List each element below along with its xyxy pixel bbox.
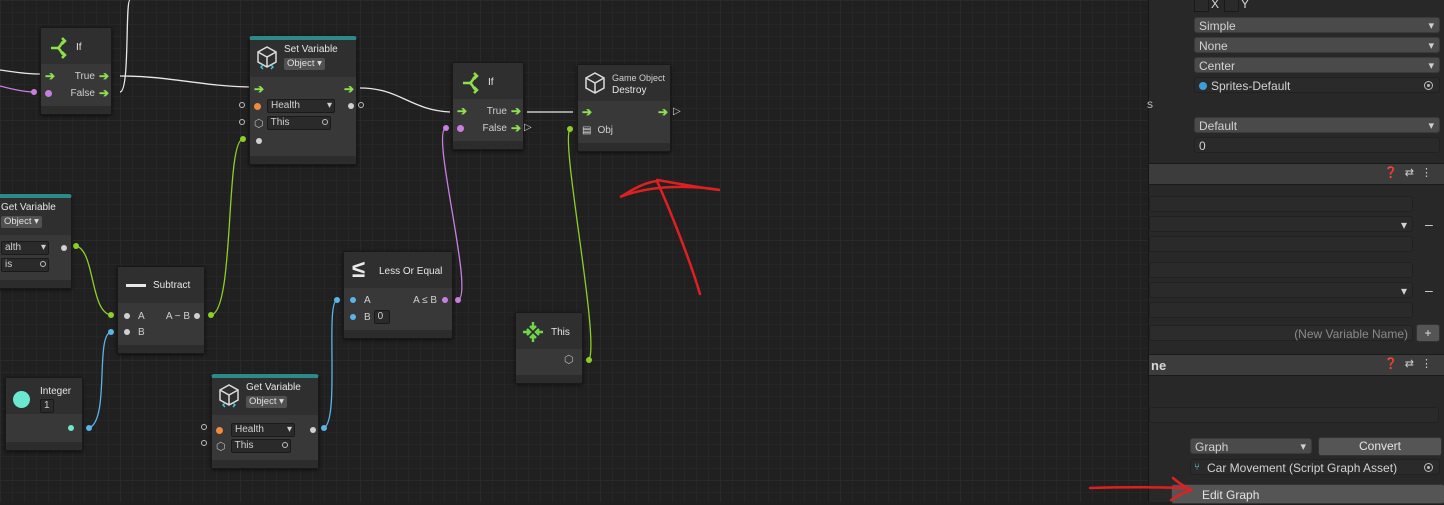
red-arrow-annotation	[619, 178, 721, 296]
variable-value-input-2[interactable]	[1149, 302, 1413, 318]
inspector-panel: X Y Simple None Center Sprites-Default s…	[1147, 0, 1444, 504]
material-field[interactable]: Sprites-Default	[1194, 77, 1440, 93]
object-picker-icon[interactable]	[1424, 463, 1433, 472]
cut-off-label: s	[1147, 97, 1153, 111]
red-pointer-annotation	[1088, 476, 1195, 502]
flip-y-label: Y	[1241, 0, 1250, 11]
order-in-layer-field[interactable]: 0	[1194, 137, 1440, 153]
object-picker-icon[interactable]	[1424, 81, 1433, 90]
flip-x-label: X	[1211, 0, 1220, 11]
component-title: ne	[1151, 358, 1167, 373]
edit-graph-button[interactable]: Edit Graph	[1171, 484, 1444, 504]
header-icons[interactable]: ❓⇄⋮	[1384, 166, 1439, 179]
header-icons[interactable]: ❓⇄⋮	[1384, 357, 1439, 370]
draw-mode-dropdown[interactable]: Simple	[1194, 17, 1440, 34]
variables-component-header[interactable]: ❓⇄⋮	[1149, 163, 1444, 185]
variable-type-dropdown-1[interactable]: ▾	[1149, 216, 1413, 232]
remove-variable-2-button[interactable]: –	[1425, 282, 1433, 298]
sorting-layer-dropdown[interactable]: Default	[1194, 117, 1440, 134]
variable-name-input-2[interactable]	[1149, 262, 1413, 278]
variable-type-dropdown-2[interactable]: ▾	[1149, 282, 1413, 298]
variable-value-input-1[interactable]	[1149, 236, 1413, 252]
flip-y-checkbox[interactable]	[1224, 0, 1239, 12]
script-machine-header[interactable]: ne ❓⇄⋮	[1149, 354, 1444, 376]
convert-button[interactable]: Convert	[1318, 437, 1442, 456]
new-variable-name-input[interactable]: (New Variable Name)	[1149, 325, 1413, 341]
title-input[interactable]	[1149, 407, 1439, 423]
script-graph-canvas[interactable]: If ➔ True ➔ False ➔ Set Variable Object ▾ ➔…	[0, 0, 1148, 502]
source-dropdown[interactable]: Graph	[1190, 438, 1312, 455]
mask-interaction-dropdown[interactable]: None	[1194, 37, 1440, 54]
variable-name-input-1[interactable]	[1149, 196, 1413, 212]
add-variable-button[interactable]: +	[1416, 324, 1440, 342]
graph-asset-field[interactable]: ⑂ Car Movement (Script Graph Asset)	[1190, 459, 1440, 475]
material-sphere-icon	[1199, 82, 1207, 90]
remove-variable-1-button[interactable]: –	[1425, 216, 1433, 232]
sprite-sort-point-dropdown[interactable]: Center	[1194, 57, 1440, 74]
flip-x-checkbox[interactable]	[1194, 0, 1209, 12]
